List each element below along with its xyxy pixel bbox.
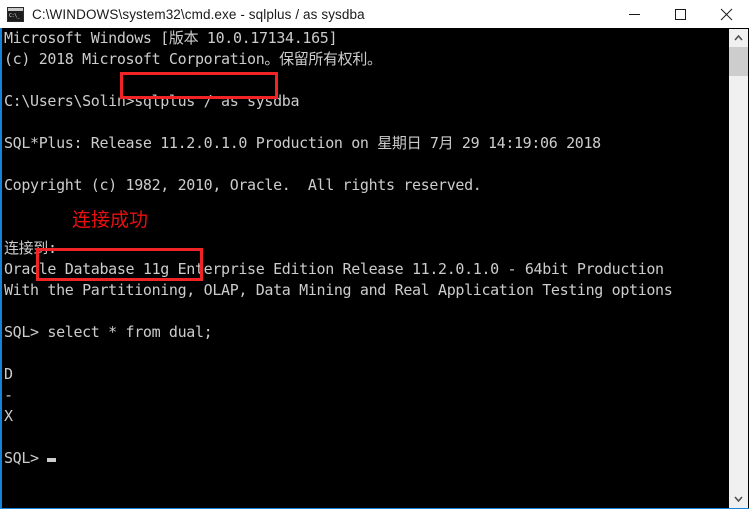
console-line: SQL> select * from dual; (4, 323, 213, 341)
close-button[interactable] (703, 0, 749, 28)
console-line: 连接到: (4, 239, 57, 257)
chevron-down-icon (734, 496, 743, 502)
minimize-button[interactable] (611, 0, 657, 28)
console-line: Microsoft Windows [版本 10.0.17134.165] (4, 29, 338, 47)
console-line: (c) 2018 Microsoft Corporation。保留所有权利。 (4, 50, 382, 68)
console-line: SQL*Plus: Release 11.2.0.1.0 Production … (4, 134, 601, 152)
scrollbar-up-button[interactable] (729, 29, 748, 47)
cmd-icon-prompt: C:\_ (8, 10, 23, 21)
console-line: D (4, 365, 13, 383)
console-line: Copyright (c) 1982, 2010, Oracle. All ri… (4, 176, 482, 194)
scrollbar-thumb[interactable] (729, 47, 748, 76)
cmd-window: C:\_ C:\WINDOWS\system32\cmd.exe - sqlpl… (0, 0, 749, 509)
title-bar[interactable]: C:\_ C:\WINDOWS\system32\cmd.exe - sqlpl… (0, 0, 749, 28)
vertical-scrollbar[interactable] (729, 29, 748, 508)
console-output: Microsoft Windows [版本 10.0.17134.165] (c)… (4, 28, 727, 469)
console-line: With the Partitioning, OLAP, Data Mining… (4, 281, 673, 299)
window-title: C:\WINDOWS\system32\cmd.exe - sqlplus / … (32, 6, 365, 22)
console-line: Oracle Database 11g Enterprise Edition R… (4, 260, 664, 278)
console-line: SQL> (4, 448, 727, 469)
chevron-up-icon (734, 35, 743, 41)
close-icon (720, 8, 732, 20)
annotation-connect-success: 连接成功 (72, 209, 149, 231)
console-line: X (4, 407, 13, 425)
minimize-icon (628, 13, 640, 15)
console-line: - (4, 386, 13, 404)
maximize-icon (674, 8, 686, 20)
scrollbar-down-button[interactable] (729, 490, 748, 508)
console-surface[interactable]: Microsoft Windows [版本 10.0.17134.165] (c)… (0, 28, 749, 509)
cmd-exe-icon: C:\_ (7, 6, 24, 22)
scrollbar-track[interactable] (729, 47, 748, 490)
console-line: C:\Users\Solin>sqlplus / as sysdba (4, 92, 300, 110)
text-cursor (47, 458, 57, 462)
maximize-button[interactable] (657, 0, 703, 28)
